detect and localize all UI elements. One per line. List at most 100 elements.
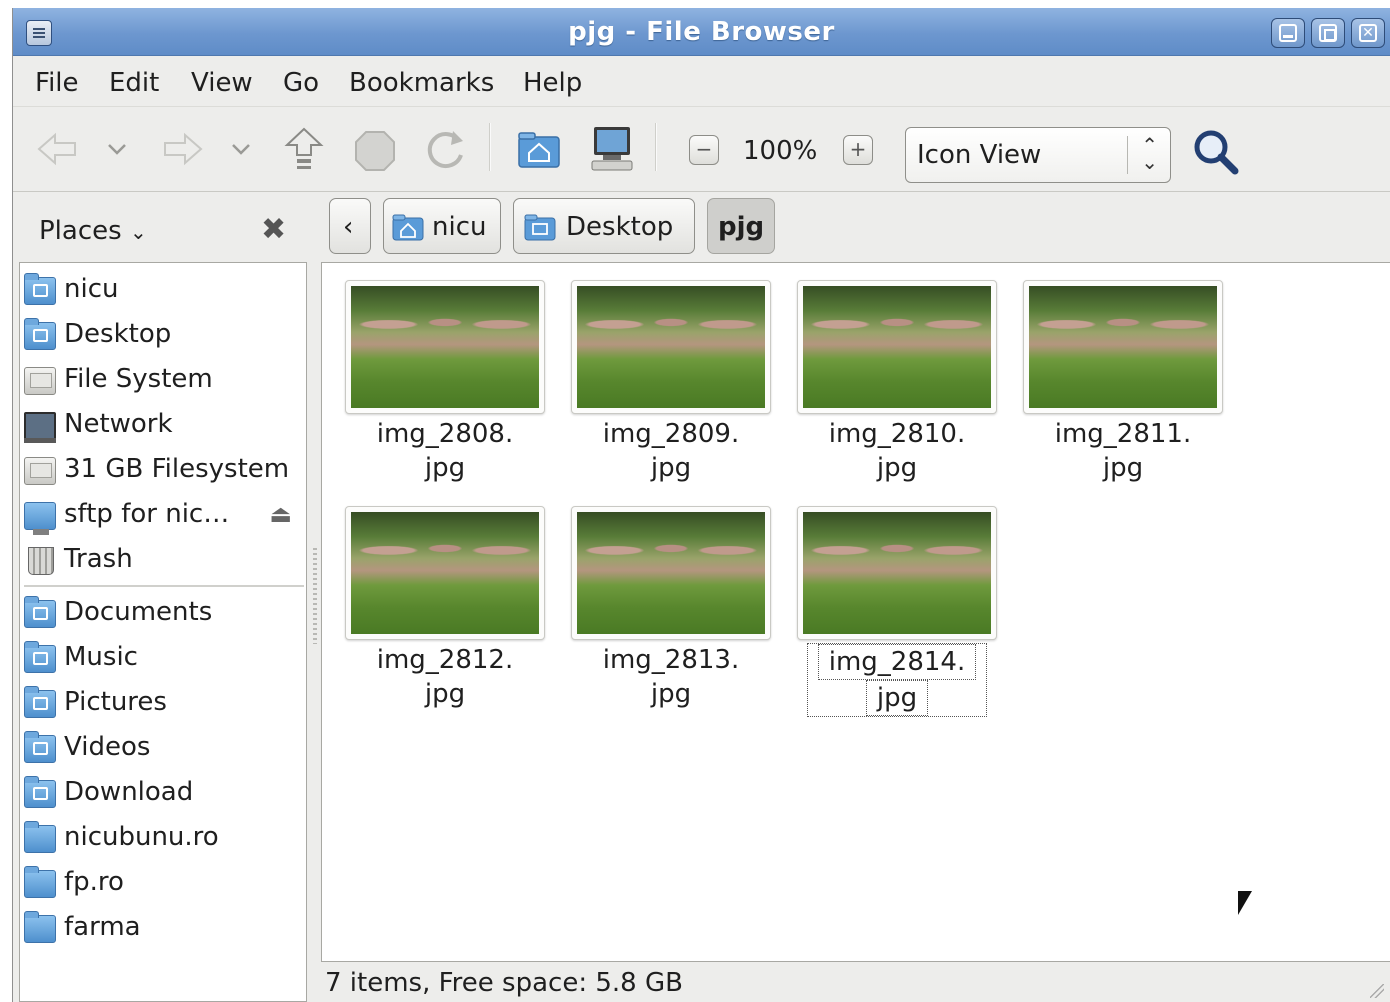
menu-go[interactable]: Go bbox=[283, 68, 319, 98]
home-folder-icon[interactable] bbox=[517, 129, 561, 169]
file-item-img-2813[interactable]: img_2813. jpg bbox=[548, 489, 774, 709]
chevron-down-icon[interactable] bbox=[105, 139, 129, 159]
zoom-in-icon[interactable]: + bbox=[843, 135, 873, 165]
desktop-folder-icon bbox=[524, 214, 556, 241]
path-segment-desktop[interactable]: Desktop bbox=[513, 198, 695, 254]
chevron-down-icon[interactable] bbox=[229, 139, 253, 159]
sidebar-item-label: fp.ro bbox=[64, 867, 124, 897]
view-mode-select[interactable]: Icon View ⌃ ⌄ bbox=[905, 127, 1171, 183]
maximize-button[interactable] bbox=[1311, 18, 1345, 48]
toolbar: − 100% + Icon View ⌃ ⌄ bbox=[13, 106, 1390, 192]
folder-icon bbox=[24, 821, 56, 853]
chevron-down-icon: ⌄ bbox=[129, 220, 147, 244]
forward-icon[interactable] bbox=[159, 129, 205, 169]
sidebar-item-label: Trash bbox=[64, 544, 133, 574]
home-folder-icon bbox=[392, 214, 424, 241]
path-segment-label: pjg bbox=[718, 212, 765, 242]
status-bar: 7 items, Free space: 5.8 GB bbox=[13, 962, 1390, 1002]
file-thumbnail bbox=[1023, 280, 1223, 414]
sidebar-item-desktop[interactable]: Desktop bbox=[20, 312, 306, 356]
close-sidebar-icon[interactable]: ✖ bbox=[261, 212, 286, 247]
close-button[interactable]: ✕ bbox=[1351, 18, 1385, 48]
path-scroll-left-button[interactable]: ‹ bbox=[329, 198, 371, 254]
file-item-img-2809[interactable]: img_2809. jpg bbox=[548, 263, 774, 483]
file-item-img-2814[interactable]: img_2814. jpg bbox=[774, 489, 1000, 717]
path-segment-nicu[interactable]: nicu bbox=[383, 198, 501, 254]
sidebar-item-nicu[interactable]: nicu bbox=[20, 267, 306, 311]
menu-bookmarks[interactable]: Bookmarks bbox=[349, 68, 494, 98]
file-thumbnail bbox=[345, 506, 545, 640]
toolbar-separator bbox=[489, 123, 491, 171]
sidebar-item-pictures[interactable]: Pictures bbox=[20, 680, 306, 724]
photo-thumbnail-image bbox=[1029, 286, 1217, 408]
file-name: img_2811. jpg bbox=[1054, 419, 1192, 483]
places-dropdown[interactable]: Places ⌄ bbox=[39, 216, 147, 246]
file-item-img-2810[interactable]: img_2810. jpg bbox=[774, 263, 1000, 483]
menu-file[interactable]: File bbox=[35, 68, 79, 98]
file-browser-window: pjg - File Browser ✕ File Edit View Go B… bbox=[12, 8, 1390, 1002]
search-icon[interactable] bbox=[1191, 127, 1243, 177]
sidebar-item-label: Documents bbox=[64, 597, 213, 627]
sidebar-item-sftp[interactable]: sftp for nic… ⏏ bbox=[20, 492, 306, 536]
pictures-folder-icon bbox=[24, 686, 56, 718]
sidebar-item-label: Download bbox=[64, 777, 194, 807]
sidebar-item-documents[interactable]: Documents bbox=[20, 590, 306, 634]
zoom-out-icon[interactable]: − bbox=[689, 135, 719, 165]
stop-icon[interactable] bbox=[353, 129, 397, 173]
sidebar-item-label: Network bbox=[64, 409, 173, 439]
path-segment-label: nicu bbox=[432, 212, 487, 242]
network-icon bbox=[24, 412, 56, 443]
sidebar-item-farma[interactable]: farma bbox=[20, 905, 306, 949]
file-name: img_2809. jpg bbox=[602, 419, 740, 483]
back-icon[interactable] bbox=[35, 129, 81, 169]
reload-icon[interactable] bbox=[423, 127, 469, 173]
photo-thumbnail-image bbox=[803, 512, 991, 634]
sidebar-item-label: sftp for nic… bbox=[64, 499, 230, 529]
drive-icon bbox=[24, 367, 56, 395]
file-item-img-2812[interactable]: img_2812. jpg bbox=[322, 489, 548, 709]
up-icon[interactable] bbox=[283, 125, 325, 173]
maximize-icon bbox=[1319, 24, 1337, 42]
documents-folder-icon bbox=[24, 596, 56, 628]
file-item-img-2811[interactable]: img_2811. jpg bbox=[1000, 263, 1226, 483]
sidebar-item-nicubunu[interactable]: nicubunu.ro bbox=[20, 815, 306, 859]
photo-thumbnail-image bbox=[577, 286, 765, 408]
sidebar-item-label: File System bbox=[64, 364, 213, 394]
sidebar-item-label: Pictures bbox=[64, 687, 167, 717]
photo-thumbnail-image bbox=[351, 512, 539, 634]
minimize-button[interactable] bbox=[1271, 18, 1305, 48]
file-icon-view[interactable]: img_2808. jpg img_2809. jpg img_2810. jpg i… bbox=[321, 262, 1390, 962]
eject-icon[interactable]: ⏏ bbox=[269, 500, 292, 528]
menu-edit[interactable]: Edit bbox=[109, 68, 159, 98]
file-item-img-2808[interactable]: img_2808. jpg bbox=[322, 263, 548, 483]
sidebar-item-download[interactable]: Download bbox=[20, 770, 306, 814]
file-thumbnail bbox=[797, 506, 997, 640]
sidebar-item-fp[interactable]: fp.ro bbox=[20, 860, 306, 904]
menu-view[interactable]: View bbox=[191, 68, 253, 98]
sidebar-item-file-system[interactable]: File System bbox=[20, 357, 306, 401]
sidebar-item-music[interactable]: Music bbox=[20, 635, 306, 679]
sidebar-item-network[interactable]: Network bbox=[20, 402, 306, 446]
file-thumbnail bbox=[797, 280, 997, 414]
sidebar-item-videos[interactable]: Videos bbox=[20, 725, 306, 769]
sidebar-item-31gb-filesystem[interactable]: 31 GB Filesystem bbox=[20, 447, 306, 491]
menu-help[interactable]: Help bbox=[523, 68, 582, 98]
music-folder-icon bbox=[24, 641, 56, 673]
photo-thumbnail-image bbox=[803, 286, 991, 408]
sidebar-item-trash[interactable]: Trash bbox=[20, 537, 306, 581]
computer-icon[interactable] bbox=[589, 125, 635, 173]
photo-thumbnail-image bbox=[351, 286, 539, 408]
pane-resize-handle[interactable] bbox=[313, 548, 317, 644]
sidebar-item-label: Desktop bbox=[64, 319, 172, 349]
select-arrows-icon: ⌃ ⌄ bbox=[1141, 133, 1158, 174]
desktop-folder-icon bbox=[24, 318, 56, 350]
path-segment-pjg[interactable]: pjg bbox=[707, 198, 775, 254]
title-bar[interactable]: pjg - File Browser ✕ bbox=[13, 8, 1390, 56]
resize-grip-icon[interactable] bbox=[1370, 984, 1384, 998]
mouse-pointer-icon bbox=[1238, 891, 1252, 915]
places-header: Places ⌄ ✖ bbox=[13, 192, 318, 264]
file-thumbnail bbox=[571, 506, 771, 640]
folder-icon bbox=[24, 866, 56, 898]
close-icon: ✕ bbox=[1359, 24, 1377, 42]
sidebar-item-label: nicu bbox=[64, 274, 119, 304]
